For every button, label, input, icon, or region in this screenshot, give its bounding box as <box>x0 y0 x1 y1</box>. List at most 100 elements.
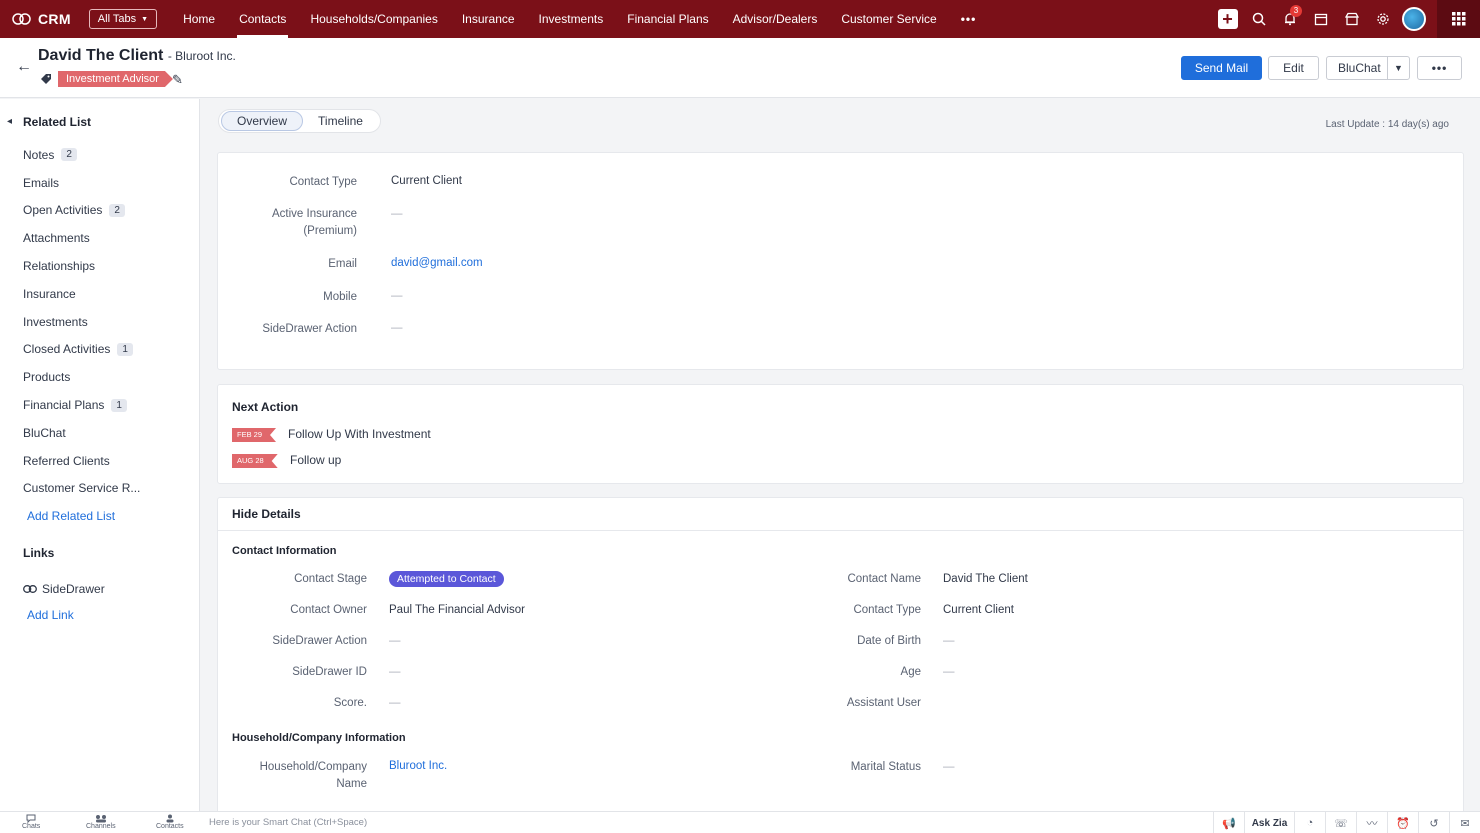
collapse-sidebar-icon[interactable]: ◂ <box>7 116 12 127</box>
details-card: Hide Details Contact Information Contact… <box>217 497 1464 817</box>
nav-more-button[interactable]: ••• <box>949 0 989 38</box>
related-item-relationships[interactable]: Relationships <box>23 252 140 280</box>
edit-label: Edit <box>1283 61 1304 75</box>
related-item-insurance[interactable]: Insurance <box>23 280 140 308</box>
more-actions-button[interactable]: ••• <box>1417 56 1462 80</box>
calls-button[interactable]: ☏ <box>1325 812 1356 833</box>
related-item-bluchat[interactable]: BluChat <box>23 419 140 447</box>
household-company-link[interactable]: Bluroot Inc. <box>389 760 447 772</box>
related-item-financial-plans[interactable]: Financial Plans 1 <box>23 391 140 419</box>
crm-logo[interactable]: CRM <box>12 11 71 27</box>
signal-icon: 〰 <box>1366 818 1378 830</box>
calendar-button[interactable] <box>1305 0 1336 38</box>
field-value-sidedrawer-action: — <box>391 322 403 334</box>
edit-button[interactable]: Edit <box>1268 56 1319 80</box>
field-label-date-of-birth: Date of Birth <box>857 635 921 647</box>
nav-investments[interactable]: Investments <box>527 0 616 38</box>
hide-details-toggle[interactable]: Hide Details <box>232 507 301 521</box>
next-action-title: Next Action <box>232 400 299 414</box>
add-link[interactable]: Add Link <box>27 608 74 622</box>
search-button[interactable] <box>1243 0 1274 38</box>
related-item-emails[interactable]: Emails <box>23 169 140 197</box>
bluchat-split-button[interactable]: BluChat ▼ <box>1326 56 1410 80</box>
app-launcher-button[interactable] <box>1437 0 1480 38</box>
related-item-label: Closed Activities <box>23 342 111 357</box>
more-dots-icon: ••• <box>960 12 977 26</box>
recent-items-button[interactable]: ↺ <box>1418 812 1449 833</box>
gear-icon <box>1376 13 1389 25</box>
related-item-customer-service[interactable]: Customer Service R... <box>23 475 140 503</box>
tag-investment-advisor[interactable]: Investment Advisor <box>58 71 173 87</box>
tag-icon <box>41 74 51 84</box>
related-item-referred-clients[interactable]: Referred Clients <box>23 447 140 475</box>
tab-overview[interactable]: Overview <box>221 111 304 131</box>
related-item-notes[interactable]: Notes 2 <box>23 141 140 169</box>
calendar-icon <box>1314 13 1327 26</box>
nav-households-label: Households/Companies <box>310 12 438 26</box>
household-label-line1: Household/Company <box>259 761 367 773</box>
add-related-list-label: Add Related List <box>27 509 116 524</box>
nav-home-label: Home <box>183 12 216 26</box>
create-button[interactable]: + <box>1212 0 1243 38</box>
main-nav: Home Contacts Households/Companies Insur… <box>171 0 988 38</box>
notifications-button[interactable]: 3 <box>1274 0 1305 38</box>
zia-insights-button[interactable]: ◔ <box>1294 812 1325 833</box>
email-link[interactable]: david@gmail.com <box>391 257 483 269</box>
top-navigation-bar: CRM All Tabs ▼ Home Contacts Households/… <box>0 0 1480 38</box>
all-tabs-dropdown[interactable]: All Tabs ▼ <box>88 9 158 29</box>
field-value-date-of-birth: — <box>943 635 955 647</box>
add-related-list-link[interactable]: Add Related List <box>23 502 140 530</box>
field-label-sidedrawer-id: SideDrawer ID <box>292 666 367 678</box>
phone-icon: ☏ <box>1334 817 1348 830</box>
contact-stage-badge: Attempted to Contact <box>389 571 504 587</box>
related-item-label: Insurance <box>23 286 76 301</box>
nav-advisor-dealers[interactable]: Advisor/Dealers <box>721 0 830 38</box>
record-header: ← David The Client - Bluroot Inc. Invest… <box>0 38 1480 98</box>
nav-households-companies[interactable]: Households/Companies <box>298 0 449 38</box>
nav-customer-service[interactable]: Customer Service <box>829 0 948 38</box>
crm-logo-icon <box>12 13 31 25</box>
signals-button[interactable]: 〰 <box>1356 812 1387 833</box>
ask-zia-button[interactable]: Ask Zia <box>1244 812 1294 833</box>
send-mail-button[interactable]: Send Mail <box>1181 56 1262 80</box>
nav-contacts[interactable]: Contacts <box>227 0 298 38</box>
field-value-marital-status: — <box>943 761 955 773</box>
related-item-label: Referred Clients <box>23 453 110 468</box>
related-item-open-activities[interactable]: Open Activities 2 <box>23 197 140 225</box>
contacts-button[interactable]: Contacts <box>156 814 184 831</box>
feedback-button[interactable]: ✉ <box>1449 812 1480 833</box>
channels-button[interactable]: Channels <box>86 814 116 831</box>
smart-chat-input[interactable]: Here is your Smart Chat (Ctrl+Space) <box>209 817 367 828</box>
next-action-item[interactable]: Follow up <box>290 453 341 467</box>
chats-button[interactable]: Chats <box>22 814 40 831</box>
nav-financial-plans[interactable]: Financial Plans <box>615 0 720 38</box>
tab-timeline[interactable]: Timeline <box>303 111 378 131</box>
nav-insurance[interactable]: Insurance <box>450 0 527 38</box>
bluchat-caret-down-icon[interactable]: ▼ <box>1387 57 1409 79</box>
related-item-label: Emails <box>23 175 60 190</box>
related-item-label: Financial Plans <box>23 398 105 413</box>
links-title: Links <box>23 546 55 560</box>
nav-customer-service-label: Customer Service <box>841 12 937 26</box>
related-item-attachments[interactable]: Attachments <box>23 224 140 252</box>
sidedrawer-link[interactable]: SideDrawer <box>23 582 105 596</box>
marketplace-button[interactable] <box>1336 0 1367 38</box>
related-item-products[interactable]: Products <box>23 363 140 391</box>
chat-bubble-icon <box>26 814 36 823</box>
history-icon: ↺ <box>1429 817 1439 830</box>
caret-down-icon: ▼ <box>141 15 149 23</box>
reminders-button[interactable]: ⏰ <box>1387 812 1418 833</box>
field-value-sidedrawer-action: — <box>389 635 401 647</box>
related-item-investments[interactable]: Investments <box>23 308 140 336</box>
notification-count-badge: 3 <box>1290 5 1302 17</box>
more-actions-icon: ••• <box>1431 61 1448 75</box>
field-value-contact-type: Current Client <box>943 604 1014 616</box>
profile-button[interactable] <box>1398 0 1429 38</box>
settings-button[interactable] <box>1367 0 1398 38</box>
announcement-button[interactable]: 📢 <box>1213 812 1244 833</box>
related-item-closed-activities[interactable]: Closed Activities 1 <box>23 336 140 364</box>
back-arrow-icon[interactable]: ← <box>16 58 32 76</box>
next-action-item[interactable]: Follow Up With Investment <box>288 427 431 441</box>
nav-home[interactable]: Home <box>171 0 227 38</box>
edit-tags-pencil-icon[interactable]: ✎ <box>172 72 183 88</box>
